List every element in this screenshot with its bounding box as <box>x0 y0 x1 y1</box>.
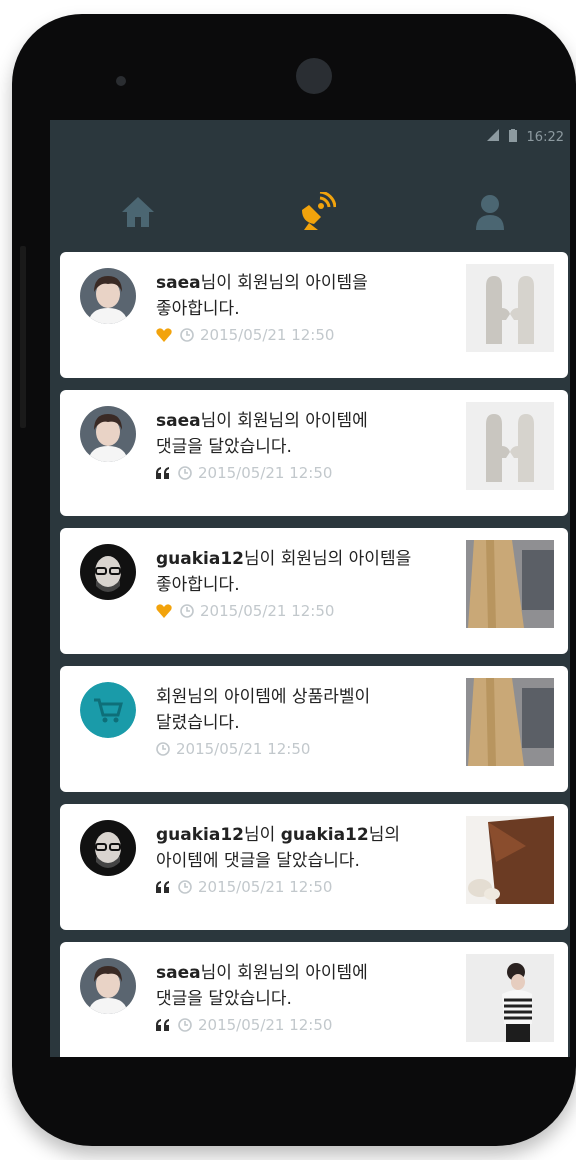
username[interactable]: guakia12 <box>156 549 244 569</box>
satellite-dish-icon <box>302 192 336 230</box>
notification-text: saea님이 회원님의 아이템을 좋아합니다. <box>156 273 368 319</box>
status-bar: 16:22 <box>50 120 570 154</box>
item-thumbnail[interactable] <box>466 402 554 490</box>
tab-home[interactable] <box>108 182 168 242</box>
front-camera <box>296 58 332 94</box>
notification-meta: 2015/05/21 12:50 <box>156 464 332 482</box>
tab-profile[interactable] <box>460 182 520 242</box>
clock-icon <box>178 1018 192 1032</box>
item-thumbnail[interactable] <box>466 954 554 1042</box>
item-thumbnail[interactable] <box>466 540 554 628</box>
avatar <box>80 820 136 876</box>
notification-item[interactable]: guakia12님이 회원님의 아이템을 좋아합니다. 2015/05/21 1… <box>60 528 568 654</box>
timestamp: 2015/05/21 12:50 <box>200 602 335 620</box>
clock-icon <box>180 328 194 342</box>
username[interactable]: saea <box>156 273 201 293</box>
timestamp: 2015/05/21 12:50 <box>198 878 333 896</box>
clock-icon <box>178 466 192 480</box>
notification-item[interactable]: guakia12님이 guakia12님의 아이템에 댓글을 달았습니다. 20… <box>60 804 568 930</box>
notification-text: saea님이 회원님의 아이템에 댓글을 달았습니다. <box>156 963 368 1009</box>
timestamp: 2015/05/21 12:50 <box>200 326 335 344</box>
side-button <box>20 246 26 428</box>
heart-icon <box>156 604 172 618</box>
battery-icon <box>508 128 517 146</box>
item-thumbnail[interactable] <box>466 678 554 766</box>
notification-item[interactable]: saea님이 회원님의 아이템을 좋아합니다. 2015/05/21 12:50 <box>60 252 568 378</box>
tab-feed[interactable] <box>286 182 346 242</box>
notification-text: guakia12님이 guakia12님의 아이템에 댓글을 달았습니다. <box>156 825 400 871</box>
notification-meta: 2015/05/21 12:50 <box>156 1016 332 1034</box>
sensor-dot <box>116 76 126 86</box>
heart-icon <box>156 328 172 342</box>
avatar <box>80 958 136 1014</box>
notification-text: 회원님의 아이템에 상품라벨이 달렸습니다. <box>156 687 371 733</box>
username[interactable]: saea <box>156 963 201 983</box>
notification-text: saea님이 회원님의 아이템에 댓글을 달았습니다. <box>156 411 368 457</box>
quote-icon <box>156 881 170 893</box>
signal-icon <box>486 129 499 145</box>
phone-frame: 16:22 saea님이 회원님의 아이템을 좋아합니다. 2015/05/21… <box>12 14 576 1146</box>
quote-icon <box>156 467 170 479</box>
clock-icon <box>180 604 194 618</box>
item-thumbnail[interactable] <box>466 816 554 904</box>
timestamp: 2015/05/21 12:50 <box>198 464 333 482</box>
home-icon <box>122 197 154 227</box>
cart-avatar <box>80 682 136 738</box>
notification-item[interactable]: saea님이 회원님의 아이템에 댓글을 달았습니다. 2015/05/21 1… <box>60 390 568 516</box>
timestamp: 2015/05/21 12:50 <box>198 1016 333 1034</box>
tab-bar <box>50 182 570 242</box>
notification-item[interactable]: 회원님의 아이템에 상품라벨이 달렸습니다. 2015/05/21 12:50 <box>60 666 568 792</box>
avatar <box>80 268 136 324</box>
notification-meta: 2015/05/21 12:50 <box>156 878 332 896</box>
clock-icon <box>156 742 170 756</box>
avatar <box>80 406 136 462</box>
clock-icon <box>178 880 192 894</box>
quote-icon <box>156 1019 170 1031</box>
notification-meta: 2015/05/21 12:50 <box>156 602 334 620</box>
username[interactable]: saea <box>156 411 201 431</box>
notification-meta: 2015/05/21 12:50 <box>156 326 334 344</box>
notification-item[interactable]: saea님이 회원님의 아이템에 댓글을 달았습니다. 2015/05/21 1… <box>60 942 568 1057</box>
notification-meta: 2015/05/21 12:50 <box>156 740 310 758</box>
status-time: 16:22 <box>526 129 564 145</box>
avatar <box>80 544 136 600</box>
item-thumbnail[interactable] <box>466 264 554 352</box>
user-icon <box>476 195 504 230</box>
notification-text: guakia12님이 회원님의 아이템을 좋아합니다. <box>156 549 412 595</box>
timestamp: 2015/05/21 12:50 <box>176 740 311 758</box>
screen: 16:22 saea님이 회원님의 아이템을 좋아합니다. 2015/05/21… <box>50 120 570 1057</box>
username[interactable]: guakia12 <box>281 825 369 845</box>
username[interactable]: guakia12 <box>156 825 244 845</box>
